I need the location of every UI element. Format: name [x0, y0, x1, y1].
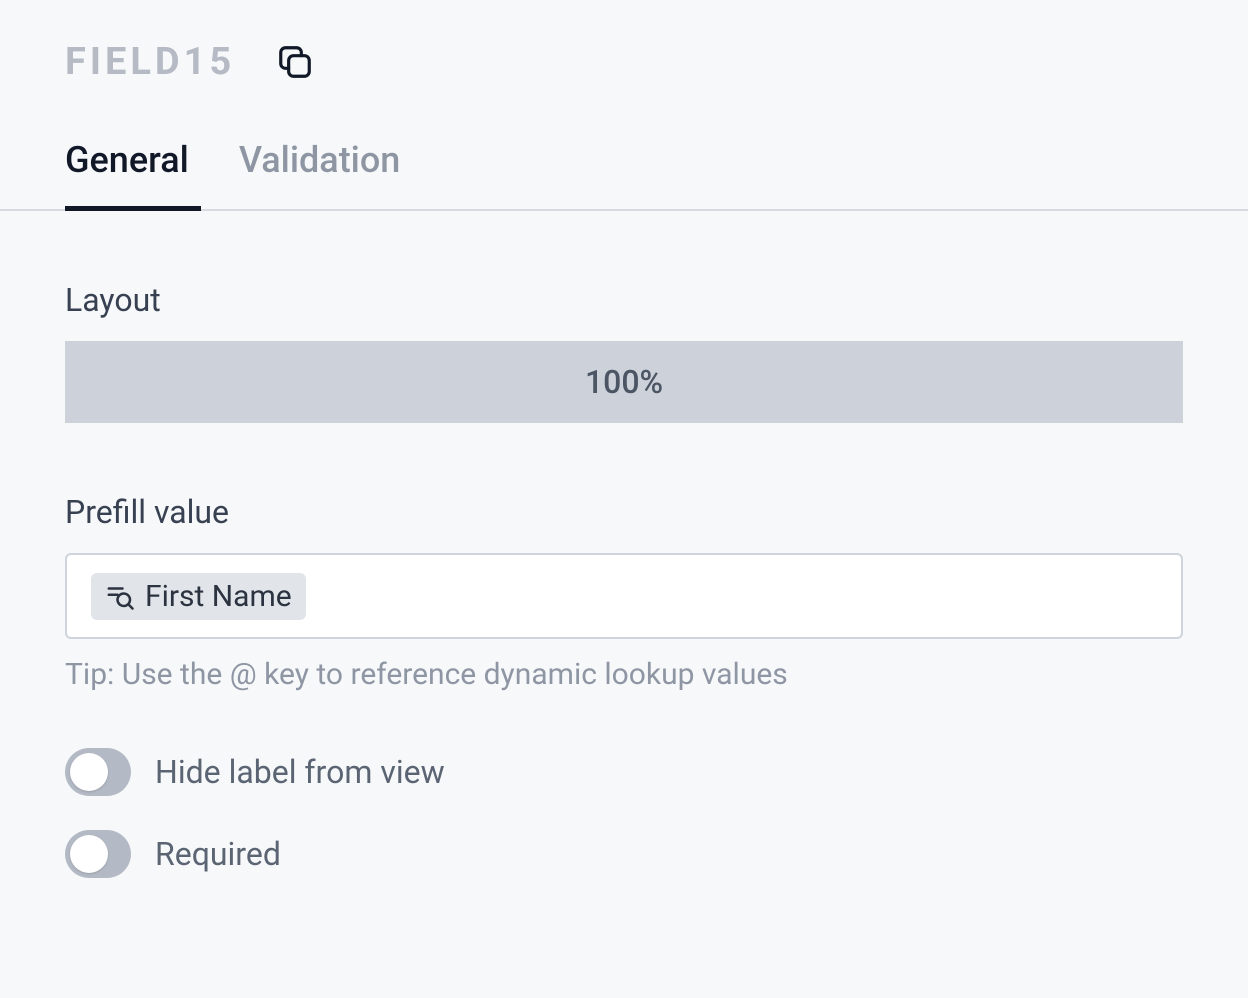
required-toggle[interactable]	[65, 830, 131, 878]
field-code: FIELD15	[65, 40, 235, 84]
lookup-token[interactable]: First Name	[91, 573, 306, 620]
toggle-knob	[70, 835, 108, 873]
lookup-icon	[105, 581, 135, 611]
copy-button[interactable]	[275, 42, 315, 82]
required-text: Required	[155, 835, 281, 873]
layout-label: Layout	[65, 281, 1183, 319]
tab-general[interactable]: General	[65, 139, 189, 211]
hide-label-toggle[interactable]	[65, 748, 131, 796]
copy-icon	[276, 43, 314, 81]
tab-validation[interactable]: Validation	[239, 139, 401, 211]
prefill-tip: Tip: Use the @ key to reference dynamic …	[65, 657, 1183, 692]
toggle-knob	[70, 753, 108, 791]
lookup-token-text: First Name	[145, 579, 292, 614]
prefill-label: Prefill value	[65, 493, 1183, 531]
layout-selector[interactable]: 100%	[65, 341, 1183, 423]
tabs: General Validation	[0, 139, 1248, 211]
layout-value: 100%	[585, 363, 663, 401]
hide-label-text: Hide label from view	[155, 753, 445, 791]
prefill-input[interactable]: First Name	[65, 553, 1183, 639]
